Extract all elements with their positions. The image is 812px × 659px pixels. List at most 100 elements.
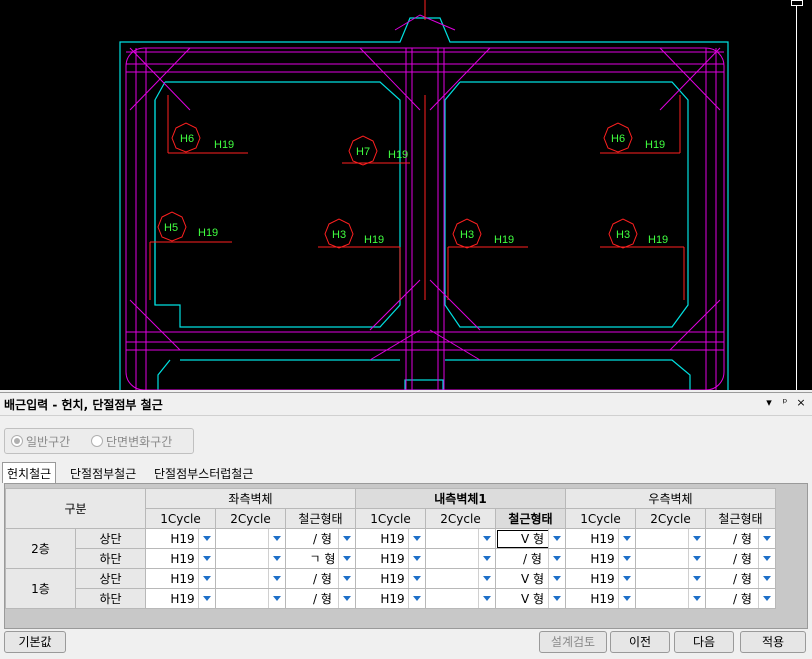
- right-shape-dropdown[interactable]: / 형: [705, 588, 776, 609]
- inner-shape-dropdown[interactable]: V 형: [495, 568, 566, 589]
- inner-cycle2-dropdown[interactable]: [425, 548, 496, 569]
- right-cycle1-dropdown[interactable]: H19: [565, 588, 636, 609]
- tab-joint-rebar[interactable]: 단절점부철근: [66, 463, 140, 482]
- prev-button[interactable]: 이전: [610, 631, 670, 653]
- chevron-down-icon[interactable]: [408, 549, 425, 568]
- dropdown-value: / 형: [313, 592, 332, 606]
- design-check-button[interactable]: 설계검토: [539, 631, 607, 653]
- chevron-down-icon[interactable]: [198, 569, 215, 588]
- inner-shape-dropdown[interactable]: / 형: [495, 548, 566, 569]
- chevron-down-icon[interactable]: [688, 569, 705, 588]
- next-button[interactable]: 다음: [674, 631, 734, 653]
- chevron-down-icon[interactable]: [548, 589, 565, 608]
- dropdown-value: H19: [590, 571, 615, 586]
- right-cycle1-dropdown[interactable]: H19: [565, 568, 636, 589]
- chevron-down-icon[interactable]: [338, 589, 355, 608]
- chevron-down-icon[interactable]: [478, 529, 495, 548]
- right-shape-dropdown[interactable]: / 형: [705, 548, 776, 569]
- inner-cycle1-dropdown[interactable]: H19: [355, 568, 426, 589]
- cad-drawing-area[interactable]: H6 H19 H7 H19 H6 H19 H5 H19 H3 H19 H3 H1…: [0, 0, 812, 390]
- chevron-down-icon[interactable]: [618, 569, 635, 588]
- dropdown-value: H19: [170, 551, 195, 566]
- inner-cycle1-dropdown[interactable]: H19: [355, 548, 426, 569]
- inner-cycle2-dropdown[interactable]: [425, 528, 496, 549]
- cad-rebar-h3-1: H19: [364, 234, 384, 246]
- left-cycle1-dropdown[interactable]: H19: [145, 528, 216, 549]
- inner-shape-dropdown[interactable]: V 형: [495, 588, 566, 609]
- chevron-down-icon[interactable]: [198, 589, 215, 608]
- right-cycle2-dropdown[interactable]: [635, 548, 706, 569]
- dropdown-value: / 형: [313, 572, 332, 586]
- right-cycle2-dropdown[interactable]: [635, 528, 706, 549]
- rebar-grid: 구분 좌측벽체 내측벽체1 우측벽체 1Cycle 2Cycle 철근형태 1Cycl…: [4, 483, 808, 629]
- inner-cycle1-dropdown[interactable]: H19: [355, 588, 426, 609]
- right-cycle1-dropdown[interactable]: H19: [565, 548, 636, 569]
- right-cycle2-dropdown[interactable]: [635, 588, 706, 609]
- chevron-down-icon[interactable]: [548, 529, 565, 548]
- dropdown-value: / 형: [733, 572, 752, 586]
- chevron-down-icon[interactable]: [478, 549, 495, 568]
- radio-section-change[interactable]: 단면변화구간: [91, 433, 172, 450]
- inner-cycle2-dropdown[interactable]: [425, 588, 496, 609]
- left-cycle2-dropdown[interactable]: [215, 528, 286, 549]
- left-shape-dropdown[interactable]: / 형: [285, 528, 356, 549]
- left-cycle2-dropdown[interactable]: [215, 548, 286, 569]
- inner-cycle2-dropdown[interactable]: [425, 568, 496, 589]
- chevron-down-icon[interactable]: [408, 569, 425, 588]
- header-left-wall: 좌측벽체: [145, 488, 356, 509]
- radio-general-section[interactable]: 일반구간: [11, 433, 70, 450]
- tab-haunch-rebar[interactable]: 헌치철근: [2, 462, 57, 483]
- panel-menu-icon[interactable]: ▾: [762, 396, 776, 409]
- chevron-down-icon[interactable]: [758, 529, 775, 548]
- pin-icon[interactable]: ᵖ: [778, 396, 792, 409]
- right-cycle2-dropdown[interactable]: [635, 568, 706, 589]
- left-shape-dropdown[interactable]: / 형: [285, 568, 356, 589]
- chevron-down-icon[interactable]: [338, 529, 355, 548]
- cad-rebar-h7: H19: [388, 149, 408, 161]
- chevron-down-icon[interactable]: [758, 549, 775, 568]
- chevron-down-icon[interactable]: [268, 549, 285, 568]
- default-values-button[interactable]: 기본값: [4, 631, 66, 653]
- left-shape-dropdown[interactable]: / 형: [285, 588, 356, 609]
- chevron-down-icon[interactable]: [548, 549, 565, 568]
- left-cycle1-dropdown[interactable]: H19: [145, 588, 216, 609]
- close-icon[interactable]: ×: [794, 396, 808, 409]
- apply-button[interactable]: 적용: [740, 631, 806, 653]
- cad-scroll-strip[interactable]: [782, 0, 812, 390]
- chevron-down-icon[interactable]: [338, 569, 355, 588]
- chevron-down-icon[interactable]: [268, 589, 285, 608]
- chevron-down-icon[interactable]: [478, 569, 495, 588]
- chevron-down-icon[interactable]: [268, 529, 285, 548]
- chevron-down-icon[interactable]: [688, 549, 705, 568]
- right-shape-dropdown[interactable]: / 형: [705, 528, 776, 549]
- chevron-down-icon[interactable]: [338, 549, 355, 568]
- cad-label-h5: H5: [164, 222, 178, 234]
- chevron-down-icon[interactable]: [618, 529, 635, 548]
- chevron-down-icon[interactable]: [548, 569, 565, 588]
- right-shape-dropdown[interactable]: / 형: [705, 568, 776, 589]
- chevron-down-icon[interactable]: [688, 589, 705, 608]
- chevron-down-icon[interactable]: [478, 589, 495, 608]
- dropdown-value: H19: [590, 591, 615, 606]
- chevron-down-icon[interactable]: [408, 589, 425, 608]
- left-cycle1-dropdown[interactable]: H19: [145, 568, 216, 589]
- inner-cycle1-dropdown[interactable]: H19: [355, 528, 426, 549]
- chevron-down-icon[interactable]: [268, 569, 285, 588]
- left-shape-dropdown[interactable]: ㄱ 형: [285, 548, 356, 569]
- left-cycle2-dropdown[interactable]: [215, 568, 286, 589]
- inner-shape-dropdown[interactable]: V 형: [495, 528, 566, 549]
- left-cycle2-dropdown[interactable]: [215, 588, 286, 609]
- chevron-down-icon[interactable]: [198, 549, 215, 568]
- tab-joint-stirrup-rebar[interactable]: 단절점부스터럽철근: [150, 463, 257, 482]
- chevron-down-icon[interactable]: [618, 549, 635, 568]
- left-cycle1-dropdown[interactable]: H19: [145, 548, 216, 569]
- position-label: 상단: [75, 528, 146, 549]
- chevron-down-icon[interactable]: [618, 589, 635, 608]
- chevron-down-icon[interactable]: [758, 589, 775, 608]
- chevron-down-icon[interactable]: [198, 529, 215, 548]
- right-cycle1-dropdown[interactable]: H19: [565, 528, 636, 549]
- column-header-left-1: 2Cycle: [215, 508, 286, 529]
- chevron-down-icon[interactable]: [688, 529, 705, 548]
- chevron-down-icon[interactable]: [408, 529, 425, 548]
- chevron-down-icon[interactable]: [758, 569, 775, 588]
